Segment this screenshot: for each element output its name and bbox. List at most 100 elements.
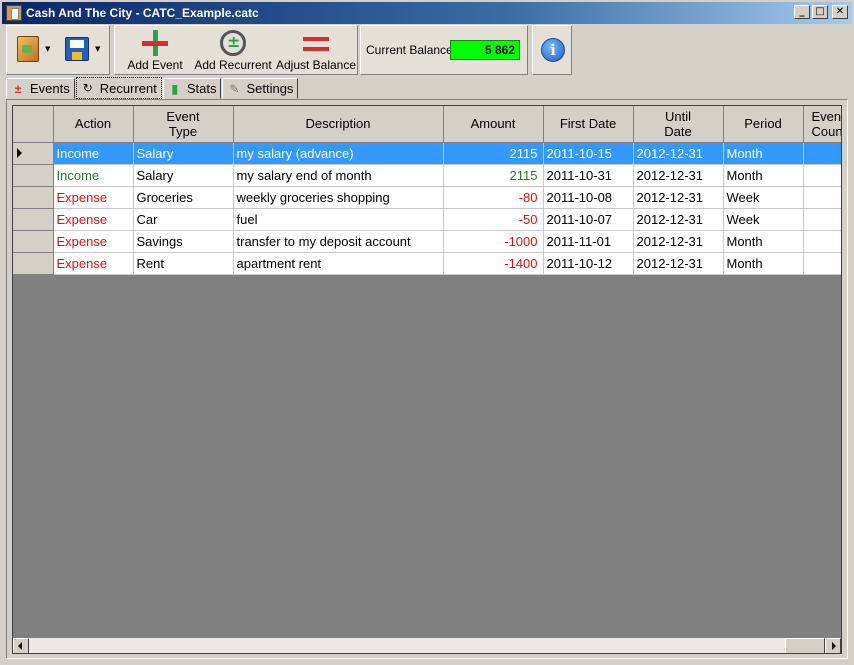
cell-event-type[interactable]: Salary <box>133 164 234 187</box>
cell-until-date[interactable]: 2012-12-31 <box>633 230 724 253</box>
cell-event-count[interactable] <box>803 142 841 165</box>
tab-recurrent[interactable]: ↻ Recurrent <box>75 77 162 99</box>
cell-event-type[interactable]: Rent <box>133 252 234 275</box>
adjust-balance-button[interactable]: Adjust Balance <box>276 33 356 72</box>
cell-event-type[interactable]: Groceries <box>133 186 234 209</box>
cell-description[interactable]: apartment rent <box>233 252 444 275</box>
column-header-description[interactable]: Description <box>233 106 444 143</box>
toolbar: ▼ ▼ Add Event Add Recurrent Adjust Balan… <box>2 24 852 76</box>
row-header[interactable] <box>13 252 54 275</box>
scroll-left-button[interactable] <box>13 638 29 653</box>
table-row[interactable]: Income Salary my salary end of month 2115 20… <box>13 164 841 187</box>
scroll-right-button[interactable] <box>825 638 841 653</box>
cell-period[interactable]: Month <box>723 142 804 165</box>
info-icon[interactable]: i <box>541 38 565 62</box>
recurrent-grid[interactable]: Action Event Type Description Amount Fir… <box>12 105 842 654</box>
add-event-button[interactable]: Add Event <box>125 30 185 72</box>
cell-description[interactable]: fuel <box>233 208 444 231</box>
cell-amount[interactable]: -50 <box>443 208 544 231</box>
cell-period[interactable]: Month <box>723 252 804 275</box>
cell-description[interactable]: weekly groceries shopping <box>233 186 444 209</box>
cell-until-date[interactable]: 2012-12-31 <box>633 252 724 275</box>
cell-amount[interactable]: -1000 <box>443 230 544 253</box>
horizontal-scrollbar[interactable] <box>13 638 841 653</box>
cell-period[interactable]: Month <box>723 164 804 187</box>
cell-until-date[interactable]: 2012-12-31 <box>633 164 724 187</box>
scroll-thumb[interactable] <box>785 638 825 653</box>
cell-amount[interactable]: -1400 <box>443 252 544 275</box>
cell-amount[interactable]: -80 <box>443 186 544 209</box>
cell-period[interactable]: Month <box>723 230 804 253</box>
actions-group: Add Event Add Recurrent Adjust Balance <box>114 25 358 75</box>
current-balance-label: Current Balance: <box>366 43 457 57</box>
row-header[interactable] <box>13 186 54 209</box>
cell-until-date[interactable]: 2012-12-31 <box>633 186 724 209</box>
cell-event-type[interactable]: Salary <box>133 142 234 165</box>
cell-description[interactable]: my salary (advance) <box>233 142 444 165</box>
cell-event-type[interactable]: Car <box>133 208 234 231</box>
cell-event-count[interactable] <box>803 208 841 231</box>
cell-event-count[interactable] <box>803 164 841 187</box>
recurrent-panel: Action Event Type Description Amount Fir… <box>6 99 848 659</box>
cell-action[interactable]: Expense <box>53 186 134 209</box>
cell-event-type[interactable]: Savings <box>133 230 234 253</box>
table-row[interactable]: Income Salary my salary (advance) 2115 2011-… <box>13 142 841 165</box>
column-header-action[interactable]: Action <box>53 106 134 143</box>
cell-period[interactable]: Week <box>723 208 804 231</box>
cell-event-count[interactable] <box>803 230 841 253</box>
cell-amount[interactable]: 2115 <box>443 164 544 187</box>
column-header-first-date[interactable]: First Date <box>543 106 634 143</box>
column-header-event-count[interactable]: Event Count <box>803 106 841 143</box>
row-header[interactable] <box>13 164 54 187</box>
wrench-icon: ✎ <box>229 81 240 96</box>
table-row[interactable]: Expense Car fuel -50 2011-10-07 2012-12-31 Wee… <box>13 208 841 231</box>
column-header-amount[interactable]: Amount <box>443 106 544 143</box>
cell-until-date[interactable]: 2012-12-31 <box>633 142 724 165</box>
cell-period[interactable]: Week <box>723 186 804 209</box>
save-button[interactable]: ▼ <box>65 37 100 61</box>
cell-first-date[interactable]: 2011-10-07 <box>543 208 634 231</box>
cell-first-date[interactable]: 2011-10-31 <box>543 164 634 187</box>
minimize-button[interactable]: _ <box>794 5 810 19</box>
cell-until-date[interactable]: 2012-12-31 <box>633 208 724 231</box>
cell-first-date[interactable]: 2011-10-12 <box>543 252 634 275</box>
file-group: ▼ ▼ <box>6 25 110 75</box>
cell-action[interactable]: Expense <box>53 208 134 231</box>
cell-first-date[interactable]: 2011-11-01 <box>543 230 634 253</box>
cell-action[interactable]: Income <box>53 164 134 187</box>
tab-events[interactable]: ± Events <box>6 78 75 99</box>
add-recurrent-button[interactable]: Add Recurrent <box>194 30 272 72</box>
row-header-corner <box>13 106 54 143</box>
current-balance-value: 5 862 <box>450 40 520 60</box>
table-row[interactable]: Expense Rent apartment rent -1400 2011-10-12… <box>13 252 841 275</box>
column-header-period[interactable]: Period <box>723 106 804 143</box>
cell-amount[interactable]: 2115 <box>443 142 544 165</box>
column-header-until-date[interactable]: Until Date <box>633 106 724 143</box>
add-recurrent-label: Add Recurrent <box>194 58 272 72</box>
open-dropdown-arrow[interactable]: ▼ <box>45 45 50 53</box>
bar-chart-icon: ▮ <box>171 81 179 96</box>
cell-first-date[interactable]: 2011-10-15 <box>543 142 634 165</box>
row-header[interactable] <box>13 142 54 165</box>
cell-action[interactable]: Expense <box>53 230 134 253</box>
row-header[interactable] <box>13 208 54 231</box>
cell-description[interactable]: transfer to my deposit account <box>233 230 444 253</box>
tab-stats[interactable]: ▮ Stats <box>162 78 222 99</box>
table-row[interactable]: Expense Savings transfer to my deposit acc… <box>13 230 841 253</box>
cell-event-count[interactable] <box>803 252 841 275</box>
cell-event-count[interactable] <box>803 186 841 209</box>
table-row[interactable]: Expense Groceries weekly groceries shoppin… <box>13 186 841 209</box>
cell-first-date[interactable]: 2011-10-08 <box>543 186 634 209</box>
cell-action[interactable]: Income <box>53 142 134 165</box>
cell-description[interactable]: my salary end of month <box>233 164 444 187</box>
app-icon[interactable] <box>6 5 22 21</box>
maximize-button[interactable]: □ <box>812 5 828 19</box>
header-row: Action Event Type Description Amount Fir… <box>13 106 841 143</box>
row-header[interactable] <box>13 230 54 253</box>
cell-action[interactable]: Expense <box>53 252 134 275</box>
save-dropdown-arrow[interactable]: ▼ <box>95 45 100 53</box>
tab-settings[interactable]: ✎ Settings <box>222 78 299 99</box>
open-button[interactable]: ▼ <box>17 36 50 62</box>
close-button[interactable]: ✕ <box>832 5 848 19</box>
column-header-event-type[interactable]: Event Type <box>133 106 234 143</box>
